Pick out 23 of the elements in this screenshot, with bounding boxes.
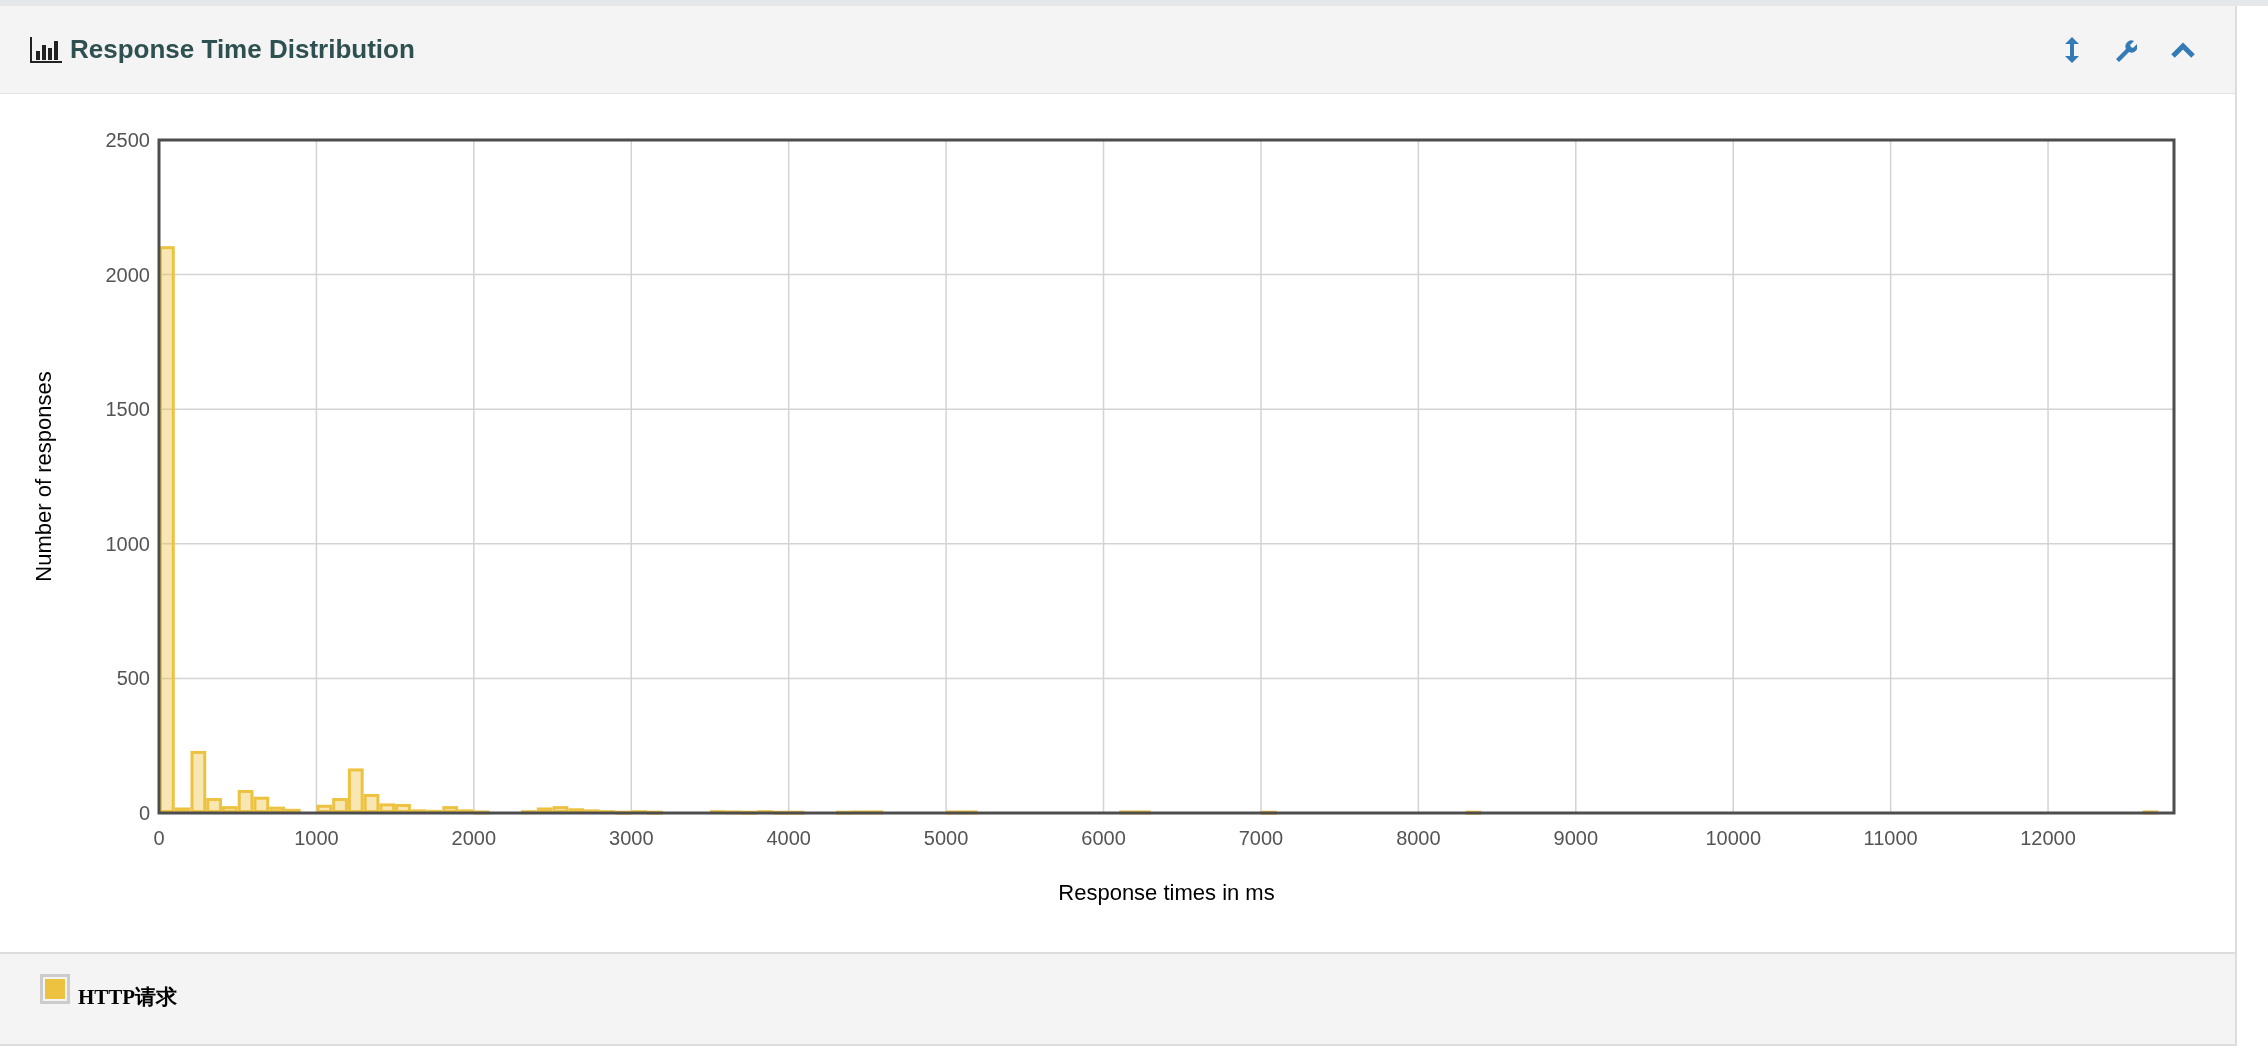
panel-title: Response Time Distribution bbox=[70, 33, 415, 66]
axis-tick-label: 12000 bbox=[2020, 827, 2076, 849]
axis-tick-label: 10000 bbox=[1705, 827, 1762, 849]
axis-tick-label: 0 bbox=[138, 802, 150, 824]
axis-tick-label: 2000 bbox=[105, 263, 150, 286]
legend-label: HTTP请求 bbox=[78, 984, 178, 1011]
axis-tick-label: 9000 bbox=[1553, 827, 1599, 849]
axis-tick-label: 1000 bbox=[294, 827, 339, 849]
y-axis-title: Number of responses bbox=[31, 371, 56, 582]
axis-tick-label: 11000 bbox=[1863, 827, 1918, 849]
axis-tick-label: 1000 bbox=[105, 532, 150, 555]
axis-tick-label: 2500 bbox=[105, 129, 150, 151]
axis-tick-label: 5000 bbox=[923, 827, 969, 849]
axis-tick-label: 3000 bbox=[609, 827, 654, 849]
axis-tick-label: 6000 bbox=[1081, 827, 1126, 849]
x-axis-title: Response times in ms bbox=[1058, 880, 1275, 905]
axis-tick-label: 7000 bbox=[1238, 827, 1284, 849]
axis-tick-label: 2000 bbox=[451, 827, 497, 849]
axis-tick-label: 0 bbox=[153, 827, 165, 849]
axis-tick-label: 4000 bbox=[766, 827, 811, 849]
axis-tick-label: 8000 bbox=[1396, 827, 1441, 849]
axis-tick-label: 1500 bbox=[105, 398, 150, 421]
axis-tick-label: 500 bbox=[116, 667, 150, 690]
